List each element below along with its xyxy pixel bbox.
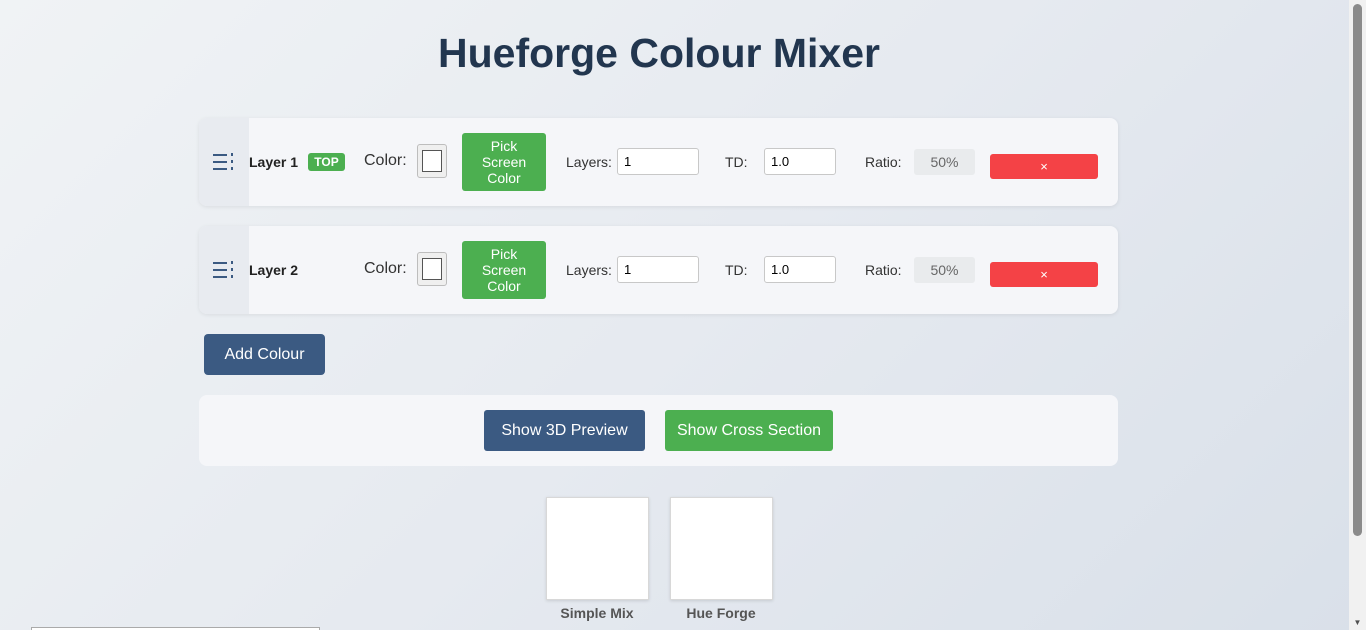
td-label: TD:	[725, 154, 748, 170]
ratio-label: Ratio:	[865, 154, 902, 170]
hue-forge-swatch	[670, 497, 773, 600]
color-label: Color:	[364, 152, 407, 169]
drag-handle[interactable]	[199, 226, 249, 314]
ratio-value: 50%	[914, 149, 975, 175]
td-label: TD:	[725, 262, 748, 278]
hue-forge-label: Hue Forge	[686, 605, 756, 621]
simple-mix-label: Simple Mix	[560, 605, 634, 621]
color-swatch	[422, 150, 442, 172]
layer-name: Layer 1	[249, 154, 299, 170]
show-cross-section-button[interactable]: Show Cross Section	[665, 410, 833, 451]
page: Hueforge Colour Mixer Layer 1 TOP Color:…	[0, 0, 1334, 630]
layer-name: Layer 2	[249, 262, 299, 278]
td-input[interactable]	[764, 148, 836, 175]
page-title: Hueforge Colour Mixer	[438, 30, 880, 76]
layers-label: Layers:	[566, 262, 612, 278]
color-label: Color:	[364, 260, 407, 277]
ratio-label: Ratio:	[865, 262, 902, 278]
chevron-down-icon[interactable]: ▼	[1349, 616, 1366, 630]
color-picker[interactable]	[417, 144, 447, 178]
color-picker[interactable]	[417, 252, 447, 286]
preview-controls: Show 3D Preview Show Cross Section	[199, 395, 1118, 466]
close-icon: ×	[1040, 267, 1048, 282]
vertical-scrollbar[interactable]: ▲ ▼	[1349, 0, 1366, 630]
close-icon: ×	[1040, 159, 1048, 174]
color-swatch	[422, 258, 442, 280]
delete-layer-button[interactable]: ×	[990, 262, 1098, 287]
drag-handle-icon	[213, 153, 233, 170]
layer-row-2: Layer 2 Color: Pick Screen Color Layers:…	[199, 226, 1118, 314]
td-input[interactable]	[764, 256, 836, 283]
layers-input[interactable]	[617, 256, 699, 283]
show-3d-preview-button[interactable]: Show 3D Preview	[484, 410, 645, 451]
pick-screen-color-button[interactable]: Pick Screen Color	[462, 241, 546, 299]
scrollbar-thumb[interactable]	[1353, 4, 1362, 536]
layers-label: Layers:	[566, 154, 612, 170]
layers-input[interactable]	[617, 148, 699, 175]
drag-handle[interactable]	[199, 118, 249, 206]
pick-screen-color-button[interactable]: Pick Screen Color	[462, 133, 546, 191]
simple-mix-swatch	[546, 497, 649, 600]
layer-row-1: Layer 1 TOP Color: Pick Screen Color Lay…	[199, 118, 1118, 206]
drag-handle-icon	[213, 261, 233, 278]
top-badge: TOP	[308, 153, 345, 171]
delete-layer-button[interactable]: ×	[990, 154, 1098, 179]
ratio-value: 50%	[914, 257, 975, 283]
add-colour-button[interactable]: Add Colour	[204, 334, 325, 375]
